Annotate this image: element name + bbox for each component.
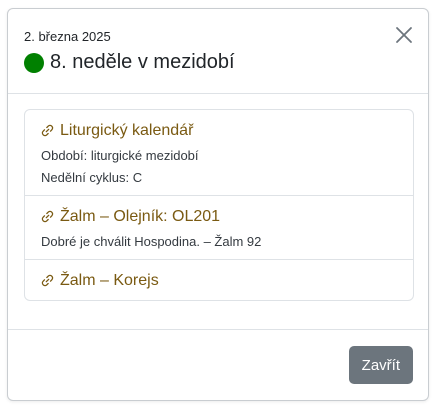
list-item: Žalm – Korejs — [25, 260, 413, 300]
date-label: 2. března 2025 — [24, 29, 111, 44]
link-icon — [41, 274, 54, 286]
link-label: Žalm – Olejník: OL201 — [60, 208, 221, 225]
close-button[interactable]: Zavřít — [348, 346, 413, 384]
link-list: Liturgický kalendář Období: liturgické m… — [24, 109, 414, 301]
link-icon — [41, 124, 54, 136]
modal-body: Liturgický kalendář Období: liturgické m… — [24, 109, 414, 301]
link-label: Liturgický kalendář — [60, 122, 194, 139]
close-icon[interactable] — [394, 25, 414, 45]
list-item: Liturgický kalendář Období: liturgické m… — [25, 110, 413, 196]
list-item: Žalm – Olejník: OL201 Dobré je chválit H… — [25, 196, 413, 260]
cycle-text: Nedělní cyklus: C — [41, 170, 143, 185]
page-title: 8. neděle v mezidobí — [50, 51, 235, 73]
psalm-korejs-link[interactable]: Žalm – Korejs — [41, 272, 397, 290]
period-text: Období: liturgické mezidobí — [41, 148, 199, 163]
liturgical-color-dot — [24, 52, 44, 73]
modal-footer: Zavřít — [8, 329, 428, 400]
calendar-link[interactable]: Liturgický kalendář — [41, 122, 397, 140]
psalm-olejnik-link[interactable]: Žalm – Olejník: OL201 — [41, 208, 397, 226]
psalm-text: Dobré je chválit Hospodina. – Žalm 92 — [41, 234, 262, 249]
link-label: Žalm – Korejs — [60, 272, 159, 289]
title-row: 8. neděle v mezidobí — [24, 51, 235, 74]
day-detail-modal: 2. března 2025 8. neděle v mezidobí Litu… — [7, 8, 429, 401]
modal-header: 2. března 2025 8. neděle v mezidobí — [8, 9, 428, 94]
link-icon — [41, 210, 54, 222]
